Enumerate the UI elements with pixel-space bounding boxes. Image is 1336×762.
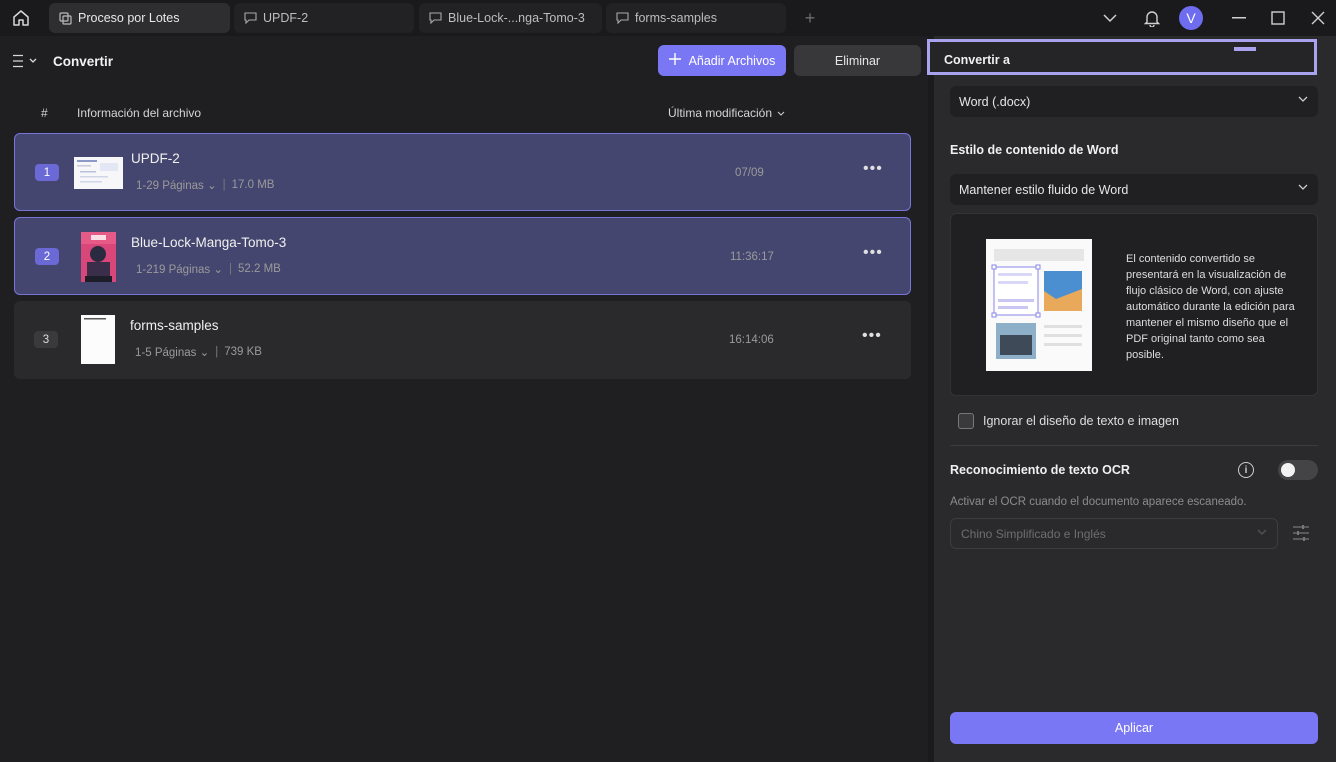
style-description: El contenido convertido se presentará en… [1126, 253, 1295, 361]
column-file-info: Información del archivo [77, 106, 202, 120]
file-size: 17.0 MB [231, 179, 275, 191]
word-style-select[interactable]: Mantener estilo fluido de Word [950, 174, 1318, 205]
page-range-select[interactable]: 1-29 Páginas ⌄ [136, 178, 217, 192]
tab-label: UPDF-2 [263, 11, 309, 25]
chevron-down-icon [1257, 529, 1267, 535]
menu-icon[interactable] [12, 53, 40, 69]
convert-to-label: Convertir a [944, 53, 1010, 67]
file-size: 52.2 MB [238, 263, 281, 275]
file-row[interactable]: 2 Blue-Lock-Manga-Tomo-3 1-219 Páginas ⌄… [14, 217, 911, 295]
ignore-layout-label: Ignorar el diseño de texto e imagen [983, 414, 1179, 428]
chevron-down-icon[interactable] [1099, 8, 1121, 28]
page-title: Convertir [53, 54, 114, 69]
file-size: 739 KB [224, 346, 262, 358]
avatar-letter: V [1186, 10, 1196, 26]
tab-label: forms-samples [635, 11, 717, 25]
comment-icon [243, 11, 257, 25]
style-preview: El contenido convertido se presentará en… [950, 213, 1318, 396]
tab-forms-samples[interactable]: forms-samples [606, 3, 786, 33]
chevron-down-icon: ⌄ [206, 180, 217, 192]
word-style-value: Mantener estilo fluido de Word [959, 182, 1129, 197]
row-index: 3 [34, 331, 58, 348]
add-files-button[interactable]: Añadir Archivos [658, 45, 786, 76]
file-thumbnail [81, 232, 116, 282]
file-thumbnail [74, 157, 123, 189]
file-meta: 1-219 Páginas ⌄ | 52.2 MB [136, 262, 281, 276]
convert-to-header: Convertir a [927, 39, 1317, 75]
comment-icon [428, 11, 442, 25]
file-list-pane: Convertir Añadir Archivos Eliminar # Inf… [0, 36, 928, 762]
title-bar: Proceso por Lotes UPDF-2 Blue-Lock-...ng… [0, 0, 1336, 36]
ocr-language-value: Chino Simplificado e Inglés [961, 526, 1106, 541]
column-last-modified-label: Última modificación [668, 106, 773, 120]
chevron-down-icon [1298, 184, 1308, 190]
tab-label: Proceso por Lotes [78, 11, 180, 25]
format-value: Word (.docx) [959, 94, 1031, 109]
modified-time: 16:14:06 [729, 334, 774, 346]
row-index: 2 [35, 248, 59, 265]
tab-blue-lock[interactable]: Blue-Lock-...nga-Tomo-3 [419, 3, 602, 33]
ignore-layout-checkbox[interactable] [958, 413, 974, 429]
document-illustration [986, 239, 1092, 371]
toggle-knob [1281, 463, 1295, 477]
chevron-down-icon: ⌄ [199, 347, 210, 359]
avatar[interactable]: V [1179, 6, 1203, 30]
new-tab-icon[interactable]: + [801, 9, 819, 27]
row-index: 1 [35, 164, 59, 181]
column-number: # [41, 106, 48, 120]
minimize-icon[interactable] [1228, 8, 1250, 28]
ocr-toggle[interactable] [1278, 460, 1318, 480]
divider [950, 445, 1318, 446]
file-row[interactable]: 3 forms-samples 1-5 Páginas ⌄ | 739 KB 1… [14, 301, 911, 379]
divider: | [215, 346, 219, 358]
format-select[interactable]: Word (.docx) [950, 86, 1318, 117]
page-range-select[interactable]: 1-219 Páginas ⌄ [136, 262, 223, 276]
chevron-down-icon [1298, 96, 1308, 102]
file-thumbnail [81, 315, 115, 364]
file-meta: 1-5 Páginas ⌄ | 739 KB [135, 345, 262, 359]
more-options-icon[interactable]: ••• [863, 245, 882, 264]
ocr-description: Activar el OCR cuando el documento apare… [950, 496, 1247, 508]
plus-icon [668, 53, 681, 68]
ocr-language-select[interactable]: Chino Simplificado e Inglés [950, 518, 1278, 549]
apply-label: Aplicar [1114, 721, 1154, 735]
comment-icon [615, 11, 629, 25]
tab-label: Blue-Lock-...nga-Tomo-3 [448, 11, 585, 25]
page-range: 1-5 Páginas [135, 347, 197, 359]
chevron-down-icon: ⌄ [213, 264, 224, 276]
tab-updf-2[interactable]: UPDF-2 [234, 3, 414, 33]
delete-label: Eliminar [834, 53, 881, 68]
page-range-select[interactable]: 1-5 Páginas ⌄ [135, 345, 209, 359]
bell-icon[interactable] [1141, 8, 1163, 28]
chevron-down-icon [777, 111, 785, 116]
home-icon[interactable] [8, 6, 34, 30]
word-style-title: Estilo de contenido de Word [950, 143, 1119, 157]
page-range: 1-219 Páginas [136, 264, 211, 276]
file-meta: 1-29 Páginas ⌄ | 17.0 MB [136, 178, 274, 192]
file-row[interactable]: 1 UPDF-2 1-29 Páginas ⌄ | 17.0 MB 07/09 … [14, 133, 911, 211]
delete-button[interactable]: Eliminar [794, 45, 921, 76]
ocr-title: Reconocimiento de texto OCR [950, 463, 1130, 477]
maximize-icon[interactable] [1267, 8, 1289, 28]
batch-icon [58, 11, 72, 25]
file-name: UPDF-2 [131, 151, 180, 166]
divider: | [229, 263, 233, 275]
more-options-icon[interactable]: ••• [863, 161, 882, 180]
info-icon[interactable]: i [1238, 462, 1254, 478]
highlight-mark [1234, 47, 1256, 51]
apply-button[interactable]: Aplicar [950, 712, 1318, 744]
tab-batch[interactable]: Proceso por Lotes [49, 3, 230, 33]
more-options-icon[interactable]: ••• [862, 328, 881, 347]
settings-sliders-icon[interactable] [1292, 523, 1310, 543]
modified-time: 07/09 [735, 167, 764, 179]
column-last-modified[interactable]: Última modificación [668, 106, 785, 120]
file-name: forms-samples [130, 318, 219, 333]
page-range: 1-29 Páginas [136, 180, 204, 192]
add-files-label: Añadir Archivos [688, 53, 776, 68]
convert-settings-pane: Convertir a Word (.docx) Estilo de conte… [927, 36, 1336, 762]
file-name: Blue-Lock-Manga-Tomo-3 [131, 235, 287, 250]
divider: | [222, 179, 226, 191]
modified-time: 11:36:17 [730, 251, 774, 263]
close-icon[interactable] [1307, 8, 1329, 28]
